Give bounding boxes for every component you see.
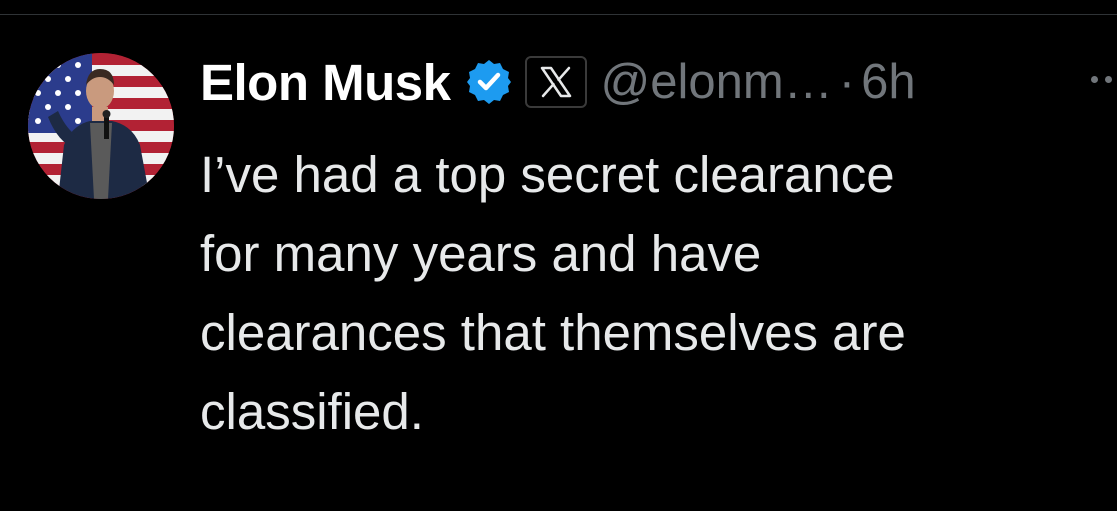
avatar-image	[28, 53, 174, 199]
tweet-text-line: I’ve had a top secret clearance	[200, 146, 895, 203]
tweet-text: I’ve had a top secret clearance for many…	[200, 135, 1100, 451]
timestamp[interactable]: 6h	[861, 57, 916, 107]
tweet-text-line: for many years and have	[200, 225, 762, 282]
top-divider	[0, 14, 1117, 15]
tweet-text-line: classified.	[200, 383, 424, 440]
x-logo-icon[interactable]	[524, 56, 587, 108]
more-options-icon[interactable]	[1087, 64, 1117, 94]
user-handle[interactable]: @elonm…	[601, 57, 833, 107]
avatar[interactable]	[28, 53, 174, 199]
display-name[interactable]: Elon Musk	[200, 57, 451, 108]
tweet-text-line: clearances that themselves are	[200, 304, 906, 361]
separator-dot: ·	[838, 54, 856, 109]
tweet-header: Elon Musk @elonm… · 6h	[200, 50, 916, 114]
verified-badge-icon[interactable]	[465, 58, 513, 106]
